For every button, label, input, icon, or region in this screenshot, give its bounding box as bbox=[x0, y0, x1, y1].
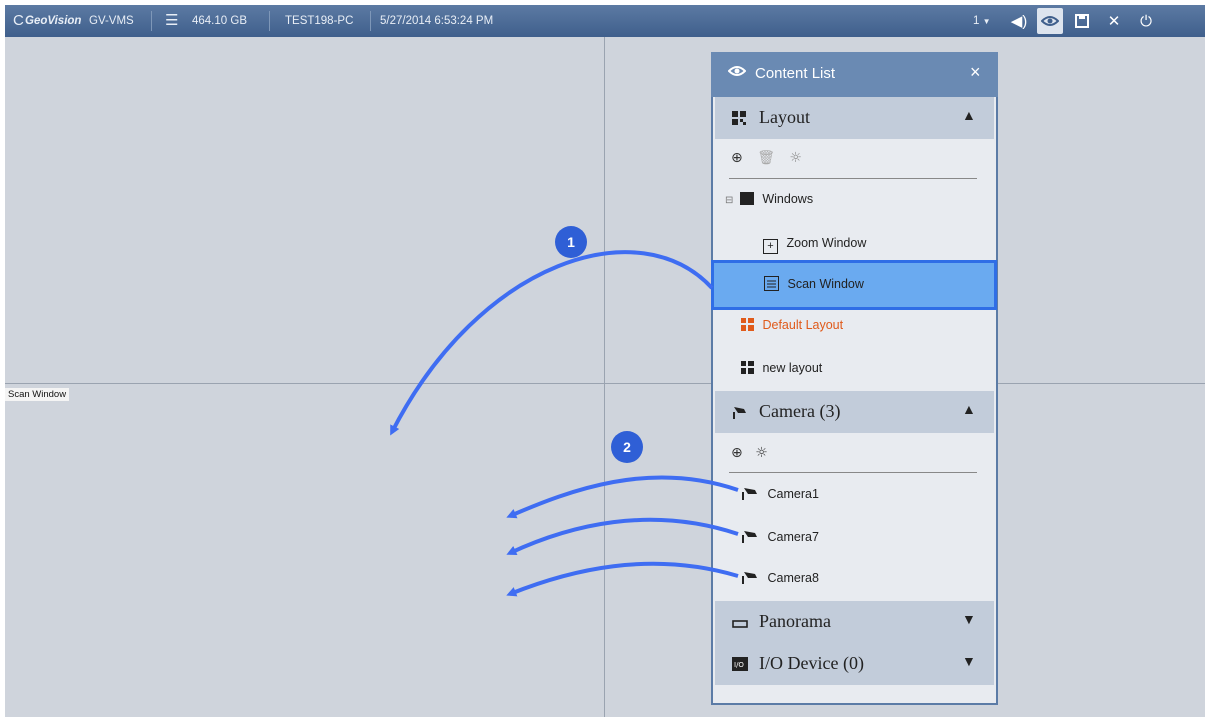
pc-name: TEST198-PC bbox=[285, 15, 354, 27]
tree-label: Zoom Window bbox=[786, 236, 867, 250]
zoom-window-icon: + bbox=[763, 239, 778, 254]
chevron-down-icon: ▼ bbox=[962, 655, 976, 670]
storage-icon: ☰ bbox=[165, 12, 179, 29]
chevron-up-icon: ▲ bbox=[962, 403, 976, 418]
io-device-icon: I/O bbox=[732, 655, 748, 676]
close-icon[interactable]: × bbox=[970, 62, 981, 83]
add-icon[interactable]: ⊕ bbox=[731, 150, 743, 166]
add-icon[interactable]: ⊕ bbox=[731, 445, 743, 461]
panorama-icon bbox=[732, 613, 748, 634]
chevron-up-icon: ▲ bbox=[962, 109, 976, 124]
camera-icon bbox=[741, 486, 759, 500]
chevron-down-icon: ▼ bbox=[982, 17, 991, 26]
panel-title-bar: Content List × bbox=[711, 52, 998, 97]
gear-icon[interactable]: ☼ bbox=[789, 150, 802, 166]
eye-icon bbox=[727, 64, 747, 81]
tree-label: Default Layout bbox=[762, 318, 844, 332]
section-label: I/O Device (0) bbox=[759, 653, 864, 673]
layout-grid-icon bbox=[732, 109, 746, 130]
section-io-device[interactable]: I/O I/O Device (0) ▼ bbox=[715, 643, 994, 685]
camera-list-item[interactable]: Camera7 bbox=[741, 529, 819, 551]
camera-tools: ⊕ ☼ bbox=[731, 445, 768, 465]
layout-grid-icon bbox=[741, 361, 754, 374]
tools-icon[interactable]: ✕ bbox=[1101, 8, 1127, 34]
power-icon[interactable]: ⏻ bbox=[1133, 8, 1159, 34]
svg-text:I/O: I/O bbox=[734, 661, 744, 669]
scan-window-label: Scan Window bbox=[5, 388, 70, 401]
grid-divider-vertical bbox=[604, 37, 605, 717]
tree-item-default-layout[interactable]: Default Layout bbox=[741, 318, 843, 340]
tree-item-new-layout[interactable]: new layout bbox=[741, 361, 822, 383]
eye-icon[interactable] bbox=[1037, 8, 1063, 34]
section-layout[interactable]: Layout ▲ bbox=[715, 97, 994, 139]
camera-list-item[interactable]: Camera8 bbox=[741, 570, 819, 592]
tree-label: Windows bbox=[762, 192, 814, 206]
geovision-logo-icon: C bbox=[13, 12, 24, 29]
chevron-down-icon: ▼ bbox=[962, 613, 976, 628]
datetime: 5/27/2014 6:53:24 PM bbox=[380, 15, 494, 27]
divider bbox=[151, 11, 152, 31]
grid-divider-horizontal bbox=[5, 383, 1205, 384]
scan-window-row: Scan Window bbox=[764, 276, 864, 298]
layout-tools: ⊕ 🗑 ☼ bbox=[731, 150, 802, 170]
scan-window-icon bbox=[764, 276, 779, 291]
storage-value: 464.10 GB bbox=[192, 15, 247, 27]
trash-icon[interactable]: 🗑 bbox=[757, 150, 775, 166]
speaker-icon[interactable]: ◀) bbox=[1006, 8, 1032, 34]
section-panorama[interactable]: Panorama ▼ bbox=[715, 601, 994, 643]
camera-icon bbox=[741, 529, 759, 543]
tree-label: new layout bbox=[762, 361, 823, 375]
camera-label: Camera1 bbox=[767, 487, 819, 501]
tree-item-scan-window[interactable]: Scan Window bbox=[711, 260, 997, 310]
divider bbox=[269, 11, 270, 31]
divider bbox=[370, 11, 371, 31]
divider bbox=[729, 178, 977, 179]
tree-item-windows[interactable]: ⊟ Windows bbox=[725, 192, 813, 214]
top-toolbar: C GeoVision GV-VMS ☰ 464.10 GB TEST198-P… bbox=[5, 5, 1205, 37]
section-camera[interactable]: Camera (3) ▲ bbox=[715, 391, 994, 433]
camera-icon bbox=[741, 570, 759, 584]
tree-item-zoom-window[interactable]: + Zoom Window bbox=[763, 236, 866, 258]
camera-label: Camera8 bbox=[767, 571, 819, 585]
camera-list-item[interactable]: Camera1 bbox=[741, 486, 819, 508]
window-icon bbox=[739, 192, 754, 205]
page-selector-value: 1 bbox=[973, 15, 980, 27]
tree-label: Scan Window bbox=[787, 277, 864, 291]
video-canvas[interactable] bbox=[5, 37, 1205, 717]
save-icon[interactable] bbox=[1069, 8, 1095, 34]
collapse-icon: ⊟ bbox=[725, 195, 734, 206]
callout-1: 1 bbox=[555, 226, 587, 258]
page-selector[interactable]: 1 ▼ bbox=[973, 5, 991, 37]
section-label: Layout bbox=[759, 107, 810, 127]
panel-title: Content List bbox=[755, 65, 836, 82]
product-name: GV-VMS bbox=[89, 15, 134, 27]
section-label: Panorama bbox=[759, 611, 831, 631]
callout-2: 2 bbox=[611, 431, 643, 463]
default-layout-icon bbox=[741, 318, 754, 331]
camera-icon bbox=[732, 403, 748, 424]
camera-label: Camera7 bbox=[767, 530, 819, 544]
brand-name: GeoVision bbox=[25, 15, 82, 27]
section-label: Camera (3) bbox=[759, 401, 841, 421]
gear-icon[interactable]: ☼ bbox=[755, 445, 768, 461]
divider bbox=[729, 472, 977, 473]
